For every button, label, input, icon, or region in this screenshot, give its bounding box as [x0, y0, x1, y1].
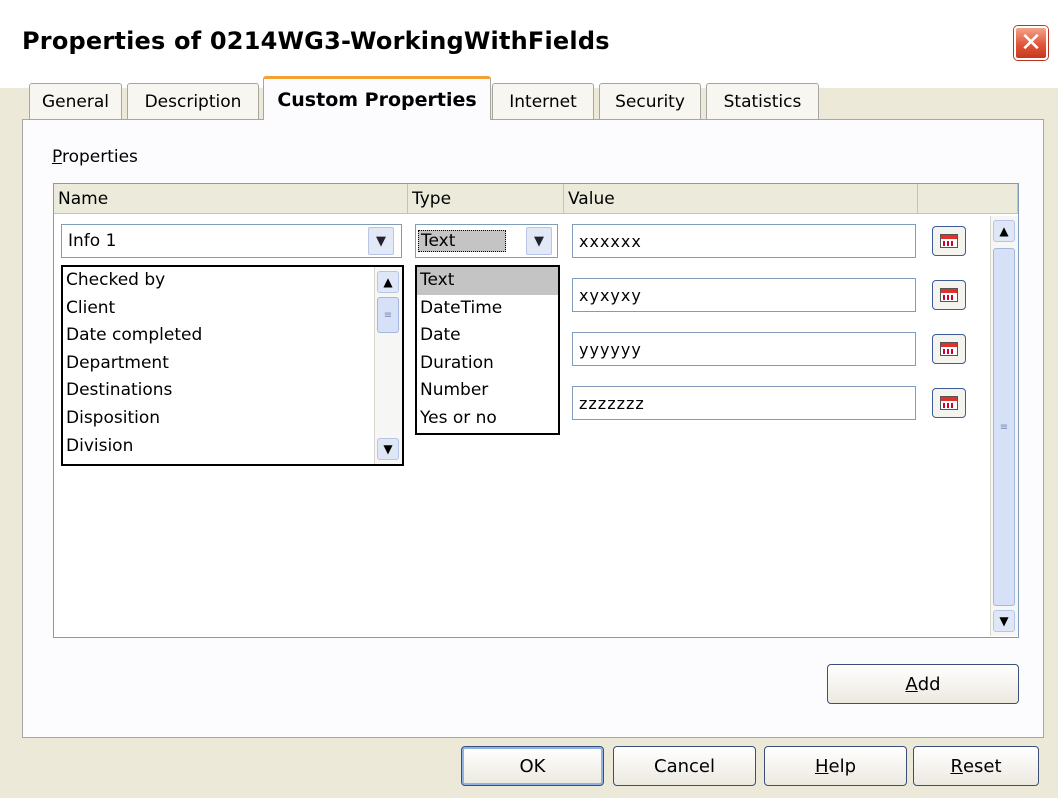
list-item[interactable]: Duration [417, 350, 558, 378]
column-header-name[interactable]: Name [54, 184, 408, 214]
help-label-rest: elp [828, 755, 857, 777]
add-label-rest: dd [917, 673, 941, 695]
chevron-down-icon[interactable]: ▼ [368, 227, 394, 255]
tab-description[interactable]: Description [127, 83, 259, 119]
calendar-button-1[interactable] [932, 226, 966, 256]
list-item[interactable]: Destinations [63, 377, 373, 405]
value-text-2: xyxyxy [579, 285, 642, 305]
calendar-button-4[interactable] [932, 388, 966, 418]
properties-dialog: Properties of 0214WG3-WorkingWithFields … [0, 0, 1058, 798]
add-button[interactable]: Add [827, 664, 1019, 704]
column-header-type[interactable]: Type [408, 184, 564, 214]
list-item[interactable]: Checked by [63, 267, 373, 295]
calendar-button-2[interactable] [932, 280, 966, 310]
list-item-selected[interactable]: Text [417, 267, 558, 295]
tab-internet[interactable]: Internet [492, 83, 594, 119]
calendar-icon [940, 288, 958, 302]
tab-statistics[interactable]: Statistics [706, 83, 819, 119]
ok-button[interactable]: OK [461, 746, 604, 786]
list-item[interactable]: Disposition [63, 405, 373, 433]
value-field-1[interactable]: xxxxxx [572, 224, 916, 258]
list-item[interactable]: Department [63, 350, 373, 378]
reset-mnemonic: R [950, 755, 963, 777]
reset-label-rest: eset [962, 755, 1002, 777]
tab-general[interactable]: General [29, 83, 122, 119]
type-combo-value: Text [418, 230, 507, 252]
list-item[interactable]: Yes or no [417, 405, 558, 433]
list-item[interactable]: DateTime [417, 295, 558, 323]
properties-label: Properties [52, 147, 138, 167]
arrow-down-icon[interactable]: ▼ [993, 610, 1015, 632]
tab-custom-properties[interactable]: Custom Properties [263, 76, 491, 120]
list-item[interactable]: Number [417, 377, 558, 405]
arrow-up-icon[interactable]: ▲ [377, 271, 399, 293]
table-scrollbar-thumb[interactable]: ≡ [993, 248, 1015, 606]
close-icon[interactable]: ✕ [1014, 26, 1048, 60]
value-text-1: xxxxxx [579, 231, 642, 251]
properties-label-mnemonic: P [52, 147, 62, 167]
list-item[interactable]: Division [63, 433, 373, 461]
list-item[interactable]: Date [417, 322, 558, 350]
column-header-value[interactable]: Value [564, 184, 918, 214]
calendar-icon [940, 234, 958, 248]
cancel-button[interactable]: Cancel [613, 746, 756, 786]
arrow-down-icon[interactable]: ▼ [377, 438, 399, 460]
add-mnemonic: A [905, 673, 918, 695]
chevron-down-icon[interactable]: ▼ [526, 227, 552, 255]
calendar-button-3[interactable] [932, 334, 966, 364]
properties-label-rest: roperties [61, 147, 138, 167]
list-item[interactable]: Date completed [63, 322, 373, 350]
value-field-3[interactable]: yyyyyy [572, 332, 916, 366]
help-mnemonic: H [814, 755, 829, 777]
value-field-4[interactable]: zzzzzzz [572, 386, 916, 420]
reset-button[interactable]: Reset [913, 746, 1039, 786]
title-bar: Properties of 0214WG3-WorkingWithFields … [0, 0, 1058, 88]
tab-security[interactable]: Security [599, 83, 701, 119]
calendar-icon [940, 396, 958, 410]
value-text-4: zzzzzzz [579, 393, 645, 413]
name-combo-value: Info 1 [68, 231, 117, 251]
arrow-up-icon[interactable]: ▲ [993, 220, 1015, 242]
name-list-scrollbar-thumb[interactable]: ≡ [377, 297, 399, 333]
value-text-3: yyyyyy [579, 339, 642, 359]
window-title: Properties of 0214WG3-WorkingWithFields [22, 27, 610, 55]
column-header-blank [918, 184, 1018, 214]
name-dropdown-list: Checked by Client Date completed Departm… [61, 265, 404, 466]
type-dropdown-list: Text DateTime Date Duration Number Yes o… [415, 265, 560, 435]
list-item[interactable]: Client [63, 295, 373, 323]
calendar-icon [940, 342, 958, 356]
value-field-2[interactable]: xyxyxy [572, 278, 916, 312]
name-combobox[interactable]: Info 1 [61, 224, 402, 258]
help-button[interactable]: Help [764, 746, 907, 786]
